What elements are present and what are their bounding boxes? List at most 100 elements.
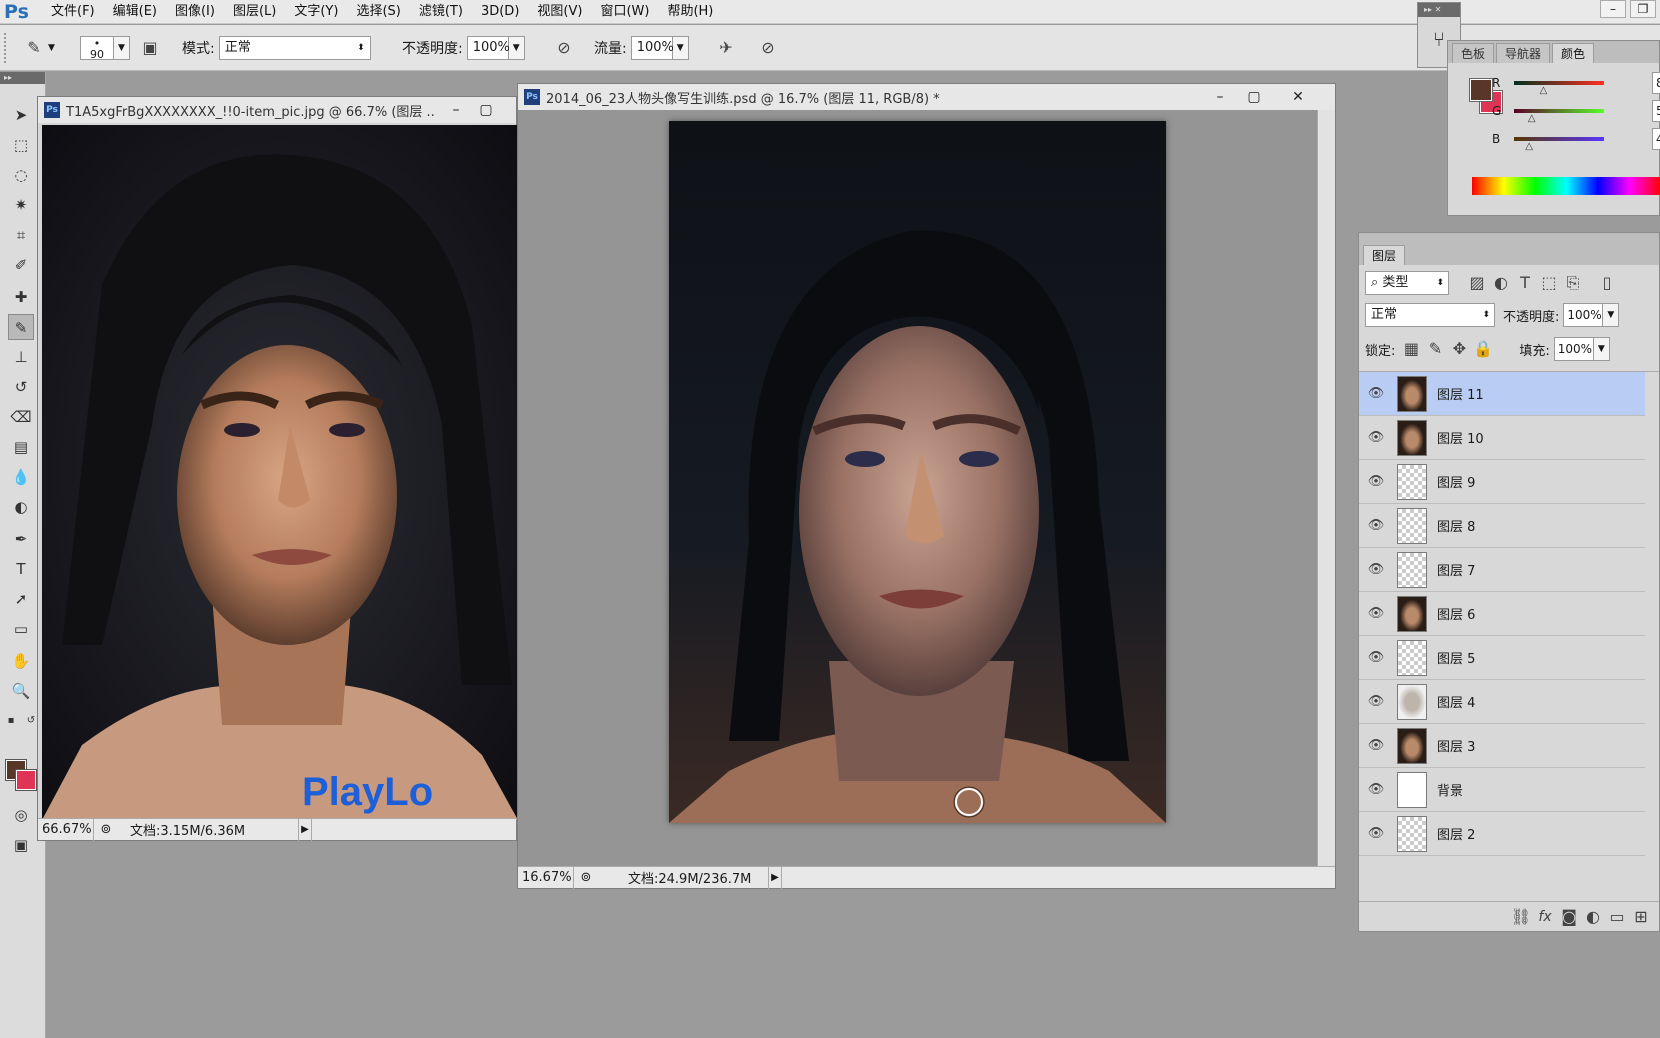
brush-size-picker[interactable]: • 90 ▼: [80, 35, 130, 61]
layer-thumbnail[interactable]: [1397, 375, 1427, 412]
layer-name[interactable]: 图层 11: [1437, 384, 1484, 403]
lock-transparency-icon[interactable]: ▦: [1399, 337, 1423, 361]
layer-row[interactable]: 👁 图层 6: [1359, 592, 1645, 636]
layer-opacity-field[interactable]: 100%: [1563, 303, 1604, 327]
new-group-icon[interactable]: ▭: [1605, 905, 1629, 929]
color-panel-foreground-swatch[interactable]: [1469, 78, 1493, 102]
visibility-eye-icon[interactable]: 👁: [1359, 474, 1393, 489]
slider-handle-icon[interactable]: △: [1528, 113, 1536, 124]
layer-row[interactable]: 👁 图层 3: [1359, 724, 1645, 768]
layer-thumbnail[interactable]: [1397, 683, 1427, 720]
rectangle-tool-icon[interactable]: ▭: [8, 616, 34, 642]
move-tool-icon[interactable]: ➤: [8, 102, 34, 128]
fill-dropdown[interactable]: ▼: [1593, 337, 1610, 361]
fill-field[interactable]: 100%: [1553, 337, 1594, 361]
layer-row[interactable]: 👁 图层 5: [1359, 636, 1645, 680]
dock-header[interactable]: ▸▸ ✕: [1418, 3, 1460, 17]
visibility-eye-icon[interactable]: 👁: [1359, 606, 1393, 621]
layer-thumbnail[interactable]: [1397, 727, 1427, 764]
menu-item[interactable]: 文字(Y): [285, 0, 347, 24]
layer-name[interactable]: 图层 5: [1437, 648, 1475, 667]
menu-item[interactable]: 窗口(W): [591, 0, 658, 24]
layer-thumbnail[interactable]: [1397, 507, 1427, 544]
menu-item[interactable]: 帮助(H): [658, 0, 722, 24]
reference-document-titlebar[interactable]: Ps T1A5xgFrBgXXXXXXXX_!!0-item_pic.jpg @…: [38, 97, 516, 123]
menu-item[interactable]: 编辑(E): [104, 0, 166, 24]
layer-row[interactable]: 👁 背景: [1359, 768, 1645, 812]
opacity-dropdown[interactable]: ▼: [508, 36, 525, 60]
blur-tool-icon[interactable]: 💧: [8, 464, 34, 490]
blend-mode-select[interactable]: 正常 ⬍: [1365, 303, 1495, 327]
healing-brush-tool-icon[interactable]: ✚: [8, 284, 34, 310]
color-slider-g[interactable]: G △ 54: [1492, 99, 1660, 124]
layer-style-icon[interactable]: fx: [1533, 905, 1557, 929]
menu-item[interactable]: 3D(D): [472, 0, 528, 24]
visibility-eye-icon[interactable]: 👁: [1359, 386, 1393, 401]
link-layers-icon[interactable]: ⛓: [1509, 905, 1533, 929]
layer-name[interactable]: 图层 7: [1437, 560, 1475, 579]
close-document-button[interactable]: ✕: [1284, 87, 1312, 107]
brush-size-field[interactable]: • 90: [80, 36, 114, 60]
layer-opacity-dropdown[interactable]: ▼: [1603, 303, 1620, 327]
menu-item[interactable]: 图层(L): [224, 0, 285, 24]
brush-tool-icon[interactable]: ✎: [8, 314, 34, 340]
minimize-app-button[interactable]: –: [1600, 0, 1626, 18]
menu-item[interactable]: 选择(S): [347, 0, 409, 24]
opacity-field[interactable]: 100%: [466, 36, 510, 60]
layer-row[interactable]: 👁 图层 10: [1359, 416, 1645, 460]
menu-item[interactable]: 滤镜(T): [410, 0, 472, 24]
path-select-tool-icon[interactable]: ➚: [8, 586, 34, 612]
reference-photo-canvas[interactable]: PlayLo: [42, 125, 518, 820]
layer-name[interactable]: 图层 6: [1437, 604, 1475, 623]
color-slider-r[interactable]: R △ 88: [1492, 71, 1660, 96]
visibility-eye-icon[interactable]: 👁: [1359, 782, 1393, 797]
maximize-document-button[interactable]: ▢: [472, 100, 500, 120]
layer-name[interactable]: 背景: [1437, 780, 1463, 799]
shape-filter-icon[interactable]: ⬚: [1537, 271, 1561, 295]
layer-thumbnail[interactable]: [1397, 551, 1427, 588]
reference-zoom-value[interactable]: 66.67%: [38, 818, 94, 841]
quick-select-tool-icon[interactable]: ✷: [8, 192, 34, 218]
minimize-document-button[interactable]: –: [1206, 87, 1234, 107]
status-menu-arrow[interactable]: ▶: [298, 818, 312, 841]
brush-panel-toggle[interactable]: ▣: [138, 35, 162, 61]
color-spectrum-ramp[interactable]: [1472, 177, 1660, 195]
type-filter-icon[interactable]: T: [1513, 271, 1537, 295]
flow-field[interactable]: 100%: [630, 36, 674, 60]
visibility-eye-icon[interactable]: 👁: [1359, 430, 1393, 445]
layer-name[interactable]: 图层 10: [1437, 428, 1484, 447]
color-slider-b[interactable]: B △ 47: [1492, 127, 1660, 152]
airbrush-toggle[interactable]: ✈: [714, 35, 738, 61]
visibility-eye-icon[interactable]: 👁: [1359, 738, 1393, 753]
default-colors-icon[interactable]: ▪: [4, 708, 18, 734]
painting-canvas[interactable]: [669, 121, 1166, 823]
layer-name[interactable]: 图层 9: [1437, 472, 1475, 491]
layer-row[interactable]: 👁 图层 11: [1359, 372, 1645, 416]
slider-handle-icon[interactable]: △: [1540, 85, 1548, 96]
menu-item[interactable]: 视图(V): [528, 0, 591, 24]
layer-name[interactable]: 图层 2: [1437, 824, 1475, 843]
slider-handle-icon[interactable]: △: [1525, 141, 1533, 152]
layer-thumbnail[interactable]: [1397, 639, 1427, 676]
status-menu-arrow[interactable]: ▶: [768, 866, 782, 889]
channel-track[interactable]: △: [1514, 109, 1604, 124]
layer-name[interactable]: 图层 8: [1437, 516, 1475, 535]
channel-value[interactable]: 47: [1652, 128, 1660, 150]
crop-tool-icon[interactable]: ⌗: [8, 222, 34, 248]
color-panel-tab[interactable]: 色板: [1452, 43, 1495, 63]
channel-value[interactable]: 54: [1652, 100, 1660, 122]
painting-document-titlebar[interactable]: Ps 2014_06_23人物头像写生训练.psd @ 16.7% (图层 11…: [518, 84, 1335, 110]
layer-row[interactable]: 👁 图层 7: [1359, 548, 1645, 592]
pixel-filter-icon[interactable]: ▨: [1465, 271, 1489, 295]
vertical-scrollbar[interactable]: [1317, 110, 1335, 866]
marquee-tool-icon[interactable]: ⬚: [8, 132, 34, 158]
layer-filter-select[interactable]: ⌕ 类型 ⬍: [1365, 271, 1449, 295]
adjustment-layer-icon[interactable]: ◐: [1581, 905, 1605, 929]
pen-tool-icon[interactable]: ✒: [8, 526, 34, 552]
new-layer-icon[interactable]: ⊞: [1629, 905, 1653, 929]
lock-position-icon[interactable]: ✥: [1447, 337, 1471, 361]
menu-item[interactable]: 图像(I): [166, 0, 224, 24]
channel-track[interactable]: △: [1514, 137, 1604, 152]
layer-name[interactable]: 图层 4: [1437, 692, 1475, 711]
visibility-eye-icon[interactable]: 👁: [1359, 518, 1393, 533]
